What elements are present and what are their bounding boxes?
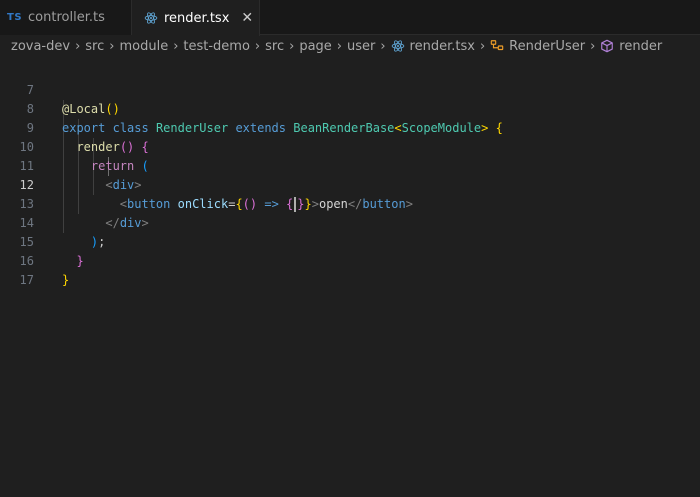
code-line: 17: [0, 252, 700, 287]
breadcrumb-item[interactable]: zova-dev: [11, 39, 70, 54]
react-icon: [144, 12, 158, 24]
code-line: 8 export class RenderUser extends BeanRe…: [0, 81, 700, 135]
class-icon: [490, 40, 504, 51]
tab-controller-ts[interactable]: TS controller.ts: [0, 0, 132, 35]
breadcrumb: zova-dev › src › module › test-demo › sr…: [0, 35, 700, 57]
breadcrumb-item[interactable]: test-demo: [183, 39, 250, 54]
code-line: 7 @Local(): [0, 62, 700, 116]
code-line: 14 );: [0, 195, 700, 249]
chevron-right-icon: ›: [254, 38, 261, 54]
chevron-right-icon: ›: [173, 38, 179, 54]
breadcrumb-item[interactable]: page: [299, 39, 331, 54]
breadcrumb-class-label: RenderUser: [509, 38, 586, 54]
chevron-right-icon: ›: [75, 38, 81, 54]
chevron-right-icon: ›: [336, 38, 342, 54]
breadcrumb-class[interactable]: RenderUser: [490, 39, 585, 54]
code-text: }: [62, 273, 70, 287]
close-icon[interactable]: ✕: [241, 10, 253, 26]
chevron-right-icon: ›: [380, 38, 386, 54]
breadcrumb-method-label: render: [619, 38, 663, 54]
code-line: 13 </div>: [0, 176, 700, 230]
chevron-right-icon: ›: [289, 38, 295, 54]
code-line-active: 12 <button onClick={() => {}}>open</butt…: [0, 157, 700, 212]
code-line: 10 return (: [0, 119, 700, 173]
tab-label: render.tsx: [164, 10, 230, 26]
code-line: 9 render() {: [0, 100, 700, 154]
code-line: 11 <div>: [0, 138, 700, 192]
tab-render-tsx[interactable]: render.tsx ✕: [132, 0, 260, 36]
react-icon: [391, 40, 404, 52]
breadcrumb-item[interactable]: user: [347, 39, 375, 54]
method-cube-icon: [601, 39, 614, 53]
breadcrumb-file-label: render.tsx: [409, 38, 475, 54]
tab-bar: TS controller.ts render.tsx ✕: [0, 0, 700, 36]
typescript-icon: TS: [7, 12, 23, 23]
chevron-right-icon: ›: [109, 38, 115, 54]
chevron-right-icon: ›: [479, 38, 486, 54]
breadcrumb-item[interactable]: src: [85, 39, 104, 54]
breadcrumb-item[interactable]: module: [119, 39, 168, 54]
chevron-right-icon: ›: [590, 38, 596, 54]
code-line: 15 }: [0, 214, 700, 268]
line-number: 17: [19, 273, 34, 287]
code-editor[interactable]: 7 @Local() 8 export class RenderUser ext…: [0, 62, 700, 497]
tab-label: controller.ts: [28, 10, 105, 25]
breadcrumb-item[interactable]: src: [265, 39, 284, 54]
breadcrumb-file[interactable]: render.tsx: [391, 39, 475, 54]
code-line: 16 }: [0, 233, 700, 287]
breadcrumb-method[interactable]: render: [600, 39, 662, 54]
